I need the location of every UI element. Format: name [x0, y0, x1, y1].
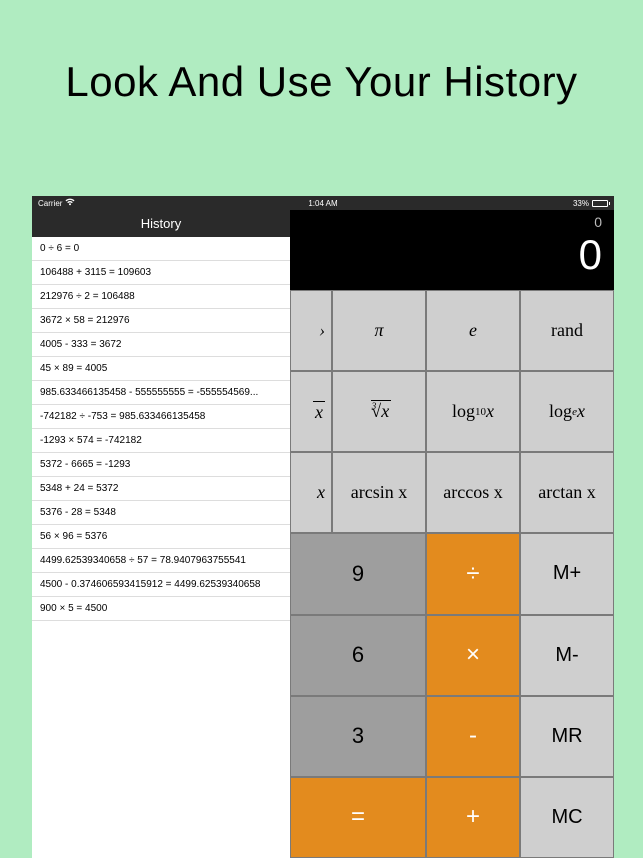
history-item[interactable]: 5376 - 28 = 5348 — [32, 501, 290, 525]
key-mplus[interactable]: M+ — [520, 533, 614, 614]
key-pi[interactable]: π — [332, 290, 426, 371]
headline: Look And Use Your History — [0, 0, 643, 156]
display-primary: 0 — [290, 234, 602, 276]
history-item[interactable]: 3672 × 58 = 212976 — [32, 309, 290, 333]
key-rand[interactable]: rand — [520, 290, 614, 371]
key-multiply[interactable]: × — [426, 615, 520, 696]
history-item[interactable]: 106488 + 3115 = 109603 — [32, 261, 290, 285]
key-partial-1[interactable]: › — [290, 290, 332, 371]
clock: 1:04 AM — [308, 199, 337, 208]
key-3[interactable]: 3 — [290, 696, 426, 777]
device-frame: Carrier 1:04 AM 33% History 0 ÷ 6 = 0 10… — [32, 196, 614, 858]
key-root-partial[interactable]: x — [290, 371, 332, 452]
history-item[interactable]: 4500 - 0.374606593415912 = 4499.62539340… — [32, 573, 290, 597]
battery-percent: 33% — [573, 199, 589, 208]
history-panel: History 0 ÷ 6 = 0 106488 + 3115 = 109603… — [32, 210, 290, 858]
history-item[interactable]: 5348 + 24 = 5372 — [32, 477, 290, 501]
wifi-icon — [65, 198, 75, 208]
key-add[interactable]: + — [426, 777, 520, 858]
history-item[interactable]: 985.633466135458 - 555555555 = -55555456… — [32, 381, 290, 405]
key-loge[interactable]: loge x — [520, 371, 614, 452]
key-mr[interactable]: MR — [520, 696, 614, 777]
history-item[interactable]: 4005 - 333 = 3672 — [32, 333, 290, 357]
status-bar: Carrier 1:04 AM 33% — [32, 196, 614, 210]
history-title: History — [32, 210, 290, 237]
history-item[interactable]: -742182 ÷ -753 = 985.633466135458 — [32, 405, 290, 429]
history-item[interactable]: -1293 × 574 = -742182 — [32, 429, 290, 453]
history-item[interactable]: 45 × 89 = 4005 — [32, 357, 290, 381]
key-log10[interactable]: log10 x — [426, 371, 520, 452]
key-trig-partial[interactable]: x — [290, 452, 332, 533]
key-mminus[interactable]: M- — [520, 615, 614, 696]
key-mc[interactable]: MC — [520, 777, 614, 858]
history-item[interactable]: 212976 ÷ 2 = 106488 — [32, 285, 290, 309]
history-list[interactable]: 0 ÷ 6 = 0 106488 + 3115 = 109603 212976 … — [32, 237, 290, 858]
key-e[interactable]: e — [426, 290, 520, 371]
key-arccos[interactable]: arccos x — [426, 452, 520, 533]
key-divide[interactable]: ÷ — [426, 533, 520, 614]
history-item[interactable]: 900 × 5 = 4500 — [32, 597, 290, 621]
history-item[interactable]: 4499.62539340658 ÷ 57 = 78.9407963755541 — [32, 549, 290, 573]
key-6[interactable]: 6 — [290, 615, 426, 696]
key-9[interactable]: 9 — [290, 533, 426, 614]
keypad: › π e rand x 3x log10 x loge x x arcsin … — [290, 290, 614, 858]
calc-display: 0 0 — [290, 210, 614, 290]
key-arctan[interactable]: arctan x — [520, 452, 614, 533]
battery-icon — [592, 200, 608, 207]
carrier-label: Carrier — [38, 199, 62, 208]
history-item[interactable]: 0 ÷ 6 = 0 — [32, 237, 290, 261]
key-cuberoot[interactable]: 3x — [332, 371, 426, 452]
history-item[interactable]: 56 × 96 = 5376 — [32, 525, 290, 549]
key-subtract[interactable]: - — [426, 696, 520, 777]
key-arcsin[interactable]: arcsin x — [332, 452, 426, 533]
key-equals[interactable]: = — [290, 777, 426, 858]
display-secondary: 0 — [290, 214, 602, 234]
history-item[interactable]: 5372 - 6665 = -1293 — [32, 453, 290, 477]
